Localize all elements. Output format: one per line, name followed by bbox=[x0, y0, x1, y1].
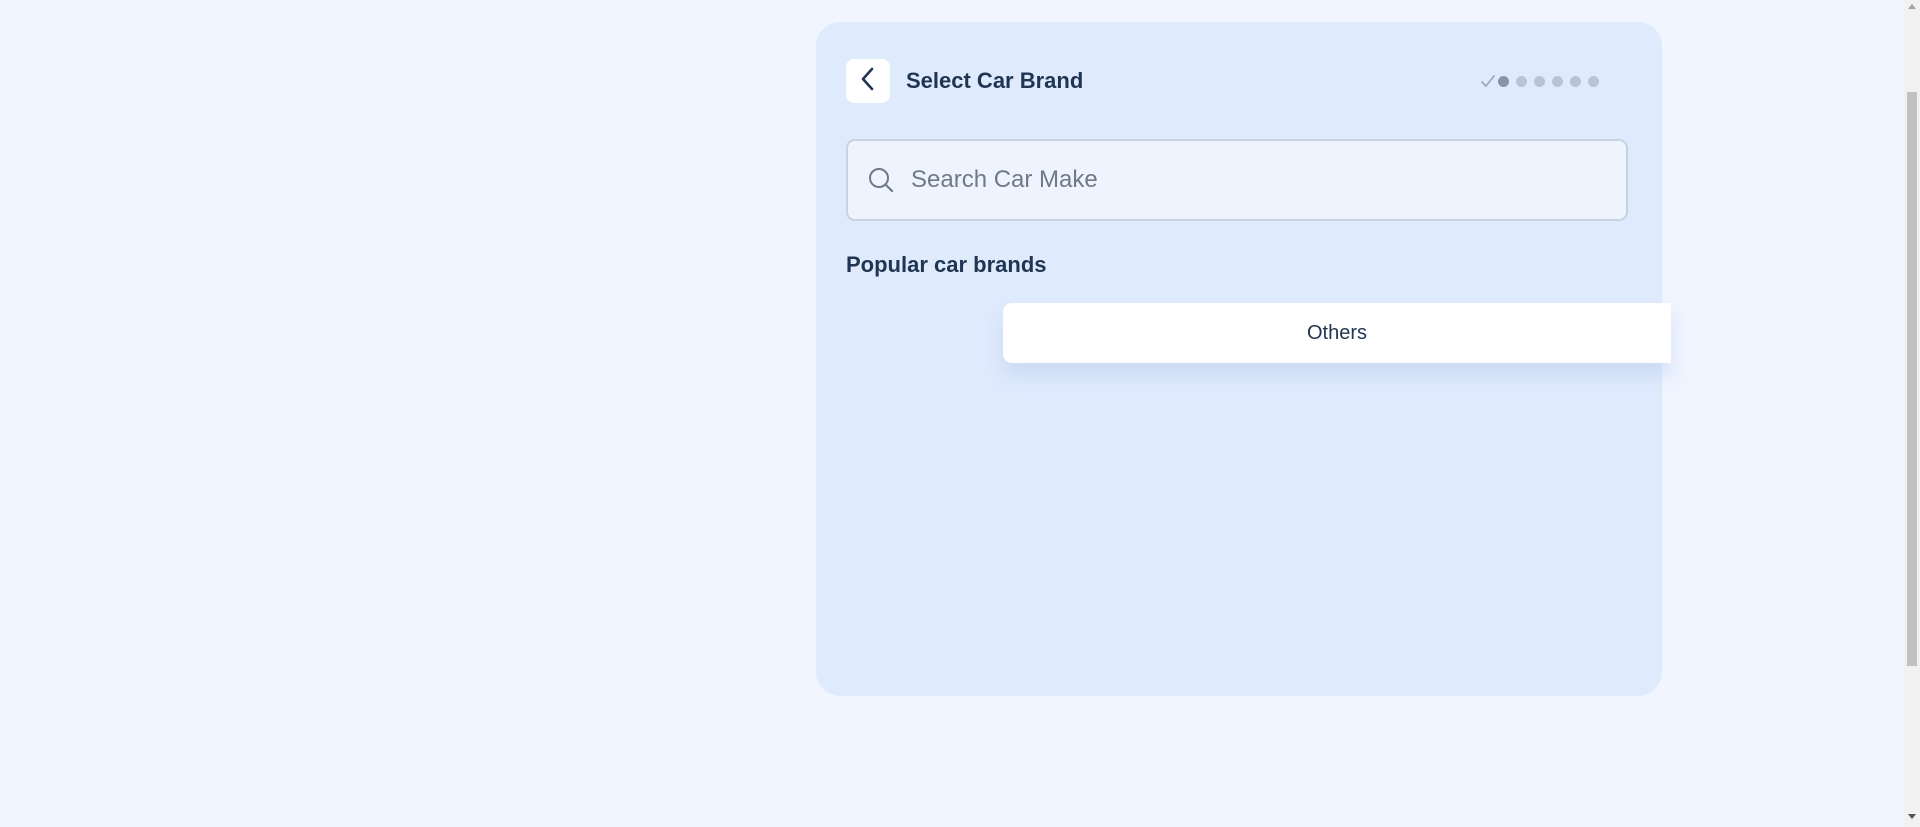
chevron-left-icon bbox=[857, 66, 879, 97]
step-dot bbox=[1570, 75, 1581, 87]
step-dot bbox=[1552, 75, 1563, 87]
popular-brands-heading: Popular car brands bbox=[846, 252, 1047, 277]
step-dot bbox=[1516, 75, 1527, 87]
page-title: Select Car Brand bbox=[906, 68, 1084, 93]
progress-stepper bbox=[1480, 71, 1606, 91]
header: Select Car Brand bbox=[846, 59, 1632, 103]
page: Select Car Brand Search Car Make Popular… bbox=[0, 0, 1920, 827]
scroll-up-arrow-icon[interactable] bbox=[1908, 4, 1916, 9]
check-icon bbox=[1480, 73, 1496, 89]
step-dot bbox=[1534, 75, 1545, 87]
search-box[interactable] bbox=[846, 139, 1628, 221]
others-label: Others bbox=[1306, 321, 1368, 344]
step-dot-active bbox=[1498, 75, 1509, 87]
scrollbar-thumb[interactable] bbox=[1907, 92, 1917, 666]
scroll-down-arrow-icon[interactable] bbox=[1908, 814, 1916, 819]
step-dot bbox=[1588, 75, 1599, 87]
car-brand-card: Select Car Brand Search Car Make Popular… bbox=[816, 22, 1671, 696]
scrollbar[interactable] bbox=[1904, 0, 1920, 827]
back-button[interactable] bbox=[846, 59, 890, 103]
search-icon bbox=[867, 166, 895, 194]
search-input[interactable] bbox=[909, 165, 1612, 195]
others-button[interactable]: Others bbox=[1003, 303, 1671, 363]
